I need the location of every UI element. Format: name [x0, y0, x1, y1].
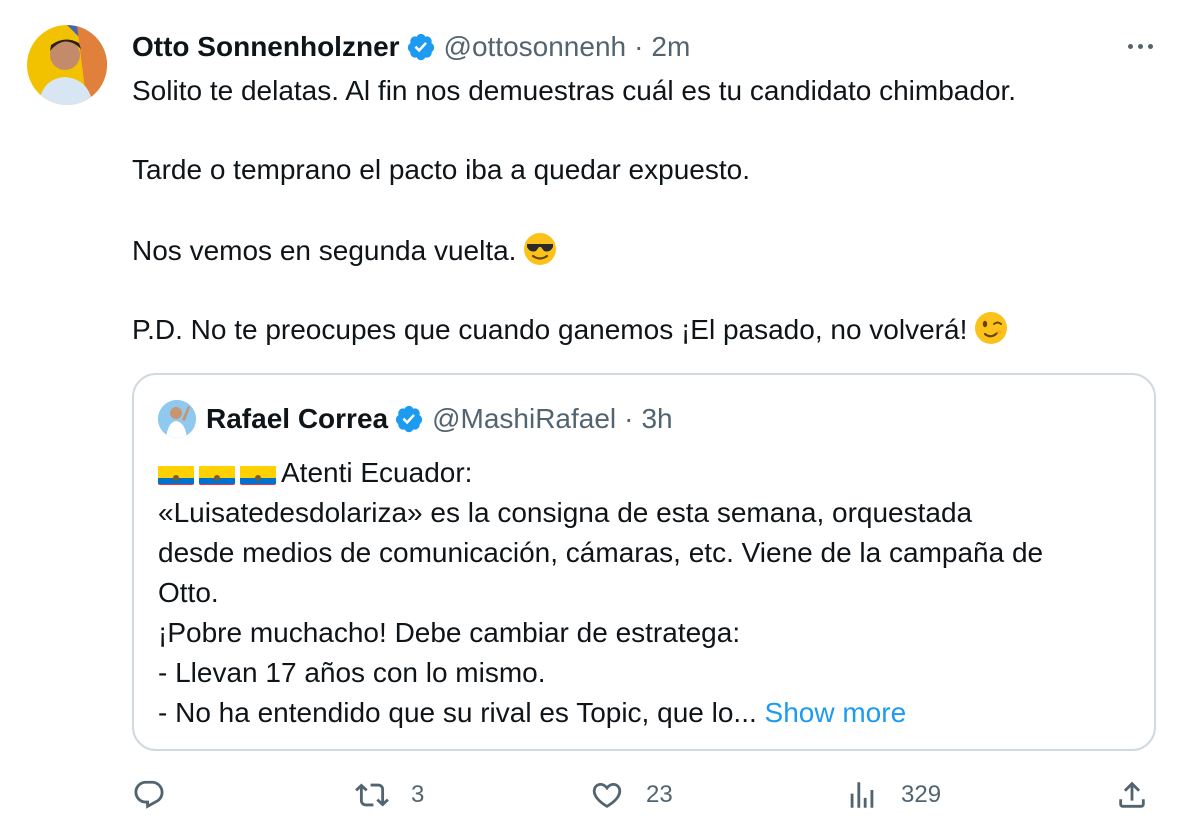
- like-icon: [592, 782, 622, 808]
- tweet-action-bar: 3 23 329: [0, 778, 1178, 818]
- tweet-line-4: P.D. No te preocupes que cuando ganemos …: [132, 310, 1009, 348]
- author-avatar[interactable]: [27, 25, 107, 105]
- cool-emoji-icon: [522, 231, 558, 267]
- tweet-line-3: Nos vemos en segunda vuelta.: [132, 231, 558, 269]
- quoted-line-2: «Luisatedesdolariza» es la consigna de e…: [158, 497, 973, 528]
- retweet-icon: [355, 783, 389, 807]
- share-button[interactable]: [1115, 778, 1149, 812]
- quoted-line-1-text: Atenti Ecuador:: [281, 457, 473, 488]
- show-more-link[interactable]: Show more: [765, 697, 907, 728]
- reply-icon: [134, 780, 164, 809]
- tweet-time[interactable]: 2m: [651, 31, 690, 63]
- share-icon: [1119, 781, 1145, 808]
- more-icon[interactable]: [1120, 31, 1160, 61]
- like-button[interactable]: 23: [590, 778, 673, 812]
- views-count: 329: [901, 781, 942, 808]
- tweet-line-4-text: P.D. No te preocupes que cuando ganemos …: [132, 314, 968, 345]
- quoted-line-5: ¡Pobre muchacho! Debe cambiar de estrate…: [158, 617, 741, 648]
- ecuador-flag-icon: [158, 461, 194, 485]
- quoted-tweet-header: Rafael Correa @MashiRafael · 3h: [158, 400, 673, 438]
- separator-dot: ·: [634, 31, 644, 62]
- separator-dot: ·: [624, 403, 634, 434]
- wink-emoji-icon: [973, 310, 1009, 346]
- views-icon: [850, 782, 874, 808]
- retweet-button[interactable]: 3: [355, 778, 424, 812]
- verified-badge-icon[interactable]: [406, 32, 436, 62]
- ecuador-flag-icon: [240, 461, 276, 485]
- quoted-tweet-body: Atenti Ecuador: «Luisatedesdolariza» es …: [158, 453, 1043, 733]
- ecuador-flag-icon: [199, 461, 235, 485]
- quoted-author-avatar[interactable]: [158, 400, 196, 438]
- like-count: 23: [646, 781, 673, 808]
- quoted-line-3: desde medios de comunicación, cámaras, e…: [158, 537, 1044, 568]
- verified-badge-icon[interactable]: [394, 404, 424, 434]
- quoted-line-7: - No ha entendido que su rival es Topic,…: [158, 693, 1043, 733]
- tweet-line-1: Solito te delatas. Al fin nos demuestras…: [132, 75, 1017, 106]
- reply-button[interactable]: [132, 778, 188, 812]
- retweet-count: 3: [411, 781, 425, 808]
- quoted-line-7-text: - No ha entendido que su rival es Topic,…: [158, 697, 757, 728]
- quoted-line-4: Otto.: [158, 577, 219, 608]
- tweet-line-3-text: Nos vemos en segunda vuelta.: [132, 235, 517, 266]
- quoted-author-handle[interactable]: @MashiRafael: [432, 403, 616, 435]
- quoted-tweet-time[interactable]: 3h: [641, 403, 672, 435]
- quoted-tweet-card[interactable]: Rafael Correa @MashiRafael · 3h Atenti E…: [132, 373, 1156, 751]
- tweet-header: Otto Sonnenholzner @ottosonnenh · 2m: [132, 30, 690, 64]
- quoted-line-6: - Llevan 17 años con lo mismo.: [158, 657, 546, 688]
- author-handle[interactable]: @ottosonnenh: [444, 31, 627, 63]
- views-button[interactable]: 329: [845, 778, 941, 812]
- quoted-line-1: Atenti Ecuador:: [158, 453, 1043, 493]
- quoted-author-name[interactable]: Rafael Correa: [206, 403, 388, 435]
- tweet-line-2: Tarde o temprano el pacto iba a quedar e…: [132, 154, 750, 185]
- author-name[interactable]: Otto Sonnenholzner: [132, 31, 400, 63]
